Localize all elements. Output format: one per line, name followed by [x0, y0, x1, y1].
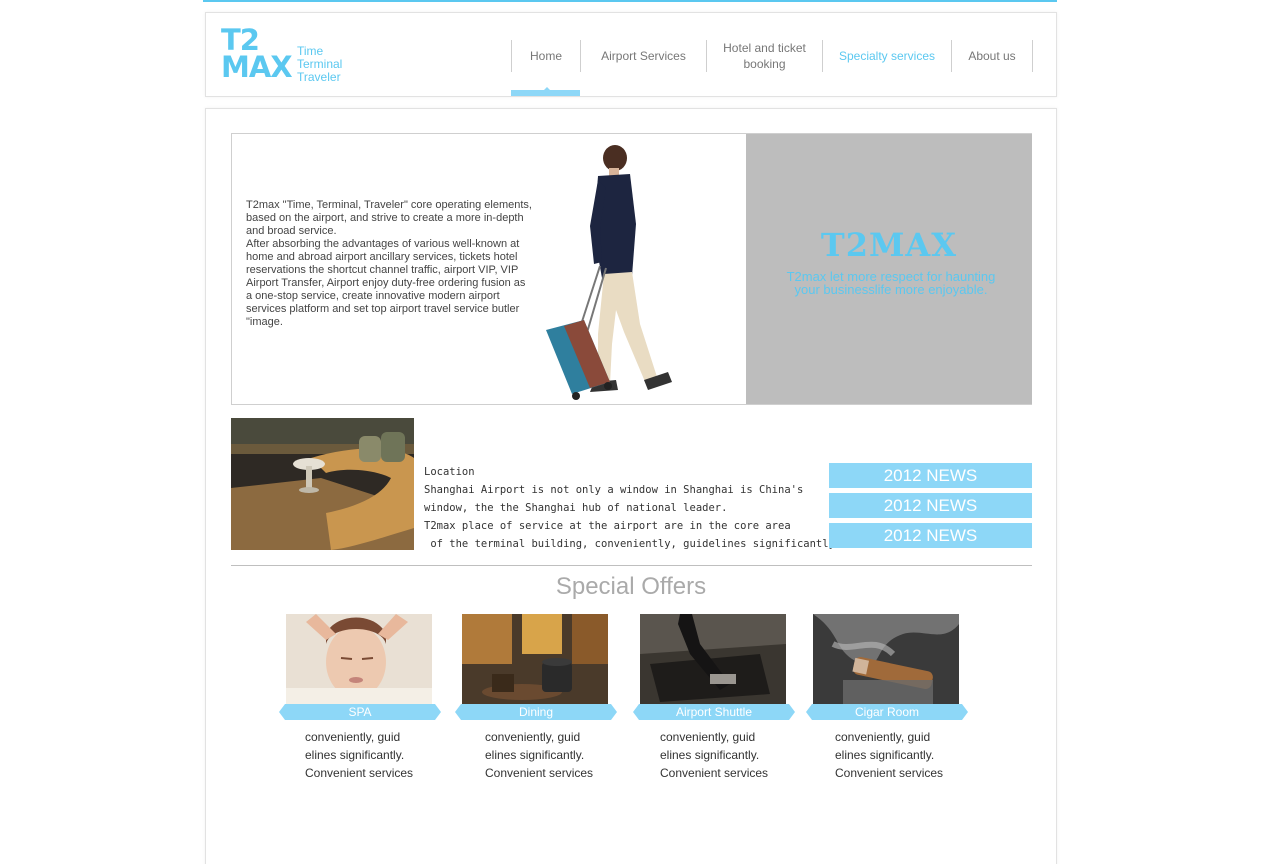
dining-description: conveniently, guid elines significantly.… [485, 728, 625, 782]
hero-tagline-text: T2max let more respect for haunting your… [786, 269, 996, 297]
logo-word-traveler: Traveler [297, 70, 341, 84]
offer-desc-line: conveniently, guid [305, 730, 401, 744]
special-offers-title: Special Offers [555, 573, 707, 600]
location-info: Location Shanghai Airport is not only a … [424, 463, 842, 553]
airport-shuttle-photo [640, 614, 786, 704]
spa-description: conveniently, guid elines significantly.… [305, 728, 445, 782]
traveler-with-suitcase-image [546, 145, 672, 400]
spa-photo [286, 614, 432, 704]
offer-desc-line: elines significantly. [305, 748, 405, 762]
hero-left-panel: T2max "Time, Terminal, Traveler" core op… [232, 134, 746, 404]
news-button-1[interactable]: 2012 NEWS [829, 463, 1032, 488]
logo-mark: T2 MAX [221, 26, 293, 85]
hero-brand-title: T2MAX [820, 226, 958, 264]
offer-desc-line: elines significantly. [485, 748, 585, 762]
location-line: of the terminal building, conveniently, … [424, 538, 842, 550]
offer-desc-line: Convenient services [485, 766, 594, 780]
offer-desc-line: Convenient services [660, 766, 769, 780]
offer-desc-line: Convenient services [835, 766, 944, 780]
nav-active-indicator [511, 90, 580, 96]
lounge-photo [231, 418, 414, 550]
cigar-room-description: conveniently, guid elines significantly.… [835, 728, 975, 782]
nav-item-about-us[interactable]: About us [951, 40, 1033, 72]
spa-label: SPA [348, 705, 372, 719]
top-accent-line [203, 0, 1057, 2]
nav-item-airport-services[interactable]: Airport Services [580, 40, 706, 72]
offer-desc-line: conveniently, guid [660, 730, 756, 744]
offer-desc-line: elines significantly. [835, 748, 935, 762]
airport-shuttle-label: Airport Shuttle [675, 705, 753, 719]
news-button-3[interactable]: 2012 NEWS [829, 523, 1032, 548]
offer-desc-line: Convenient services [305, 766, 414, 780]
dining-label: Dining [518, 705, 554, 719]
dining-photo [462, 614, 608, 704]
logo-words: Time Terminal Traveler [297, 45, 342, 84]
offer-desc-line: conveniently, guid [485, 730, 581, 744]
hero-intro-paragraph: T2max "Time, Terminal, Traveler" core op… [246, 199, 532, 328]
nav-item-specialty-services[interactable]: Specialty services [822, 40, 951, 72]
location-heading: Location [424, 466, 475, 478]
cigar-room-label: Cigar Room [854, 705, 920, 719]
nav-item-hotel-ticket-booking[interactable]: Hotel and ticket booking [706, 40, 822, 72]
site-logo[interactable]: T2 MAX Time Terminal Traveler [221, 26, 351, 85]
nav-item-home[interactable]: Home [511, 40, 580, 72]
hero-tagline: T2max let more respect for haunting your… [766, 270, 1016, 296]
hero-banner: T2max "Time, Terminal, Traveler" core op… [231, 133, 1032, 405]
main-nav: Home Airport Services Hotel and ticket b… [511, 40, 1033, 72]
offer-desc-line: elines significantly. [660, 748, 760, 762]
location-line: window, the the Shanghai hub of national… [424, 502, 728, 514]
site-header: T2 MAX Time Terminal Traveler Home Airpo… [205, 12, 1057, 97]
logo-mark-line2: MAX [221, 50, 293, 84]
location-line: Shanghai Airport is not only a window in… [424, 484, 804, 496]
cigar-room-photo [813, 614, 959, 704]
news-button-2[interactable]: 2012 NEWS [829, 493, 1032, 518]
airport-shuttle-description: conveniently, guid elines significantly.… [660, 728, 800, 782]
main-content: T2max "Time, Terminal, Traveler" core op… [205, 108, 1057, 864]
section-divider [231, 565, 1032, 566]
location-line: T2max place of service at the airport ar… [424, 520, 791, 532]
hero-intro-text: T2max "Time, Terminal, Traveler" core op… [246, 199, 576, 329]
hero-brand-panel: T2MAX T2max let more respect for hauntin… [746, 134, 1032, 404]
offer-desc-line: conveniently, guid [835, 730, 931, 744]
